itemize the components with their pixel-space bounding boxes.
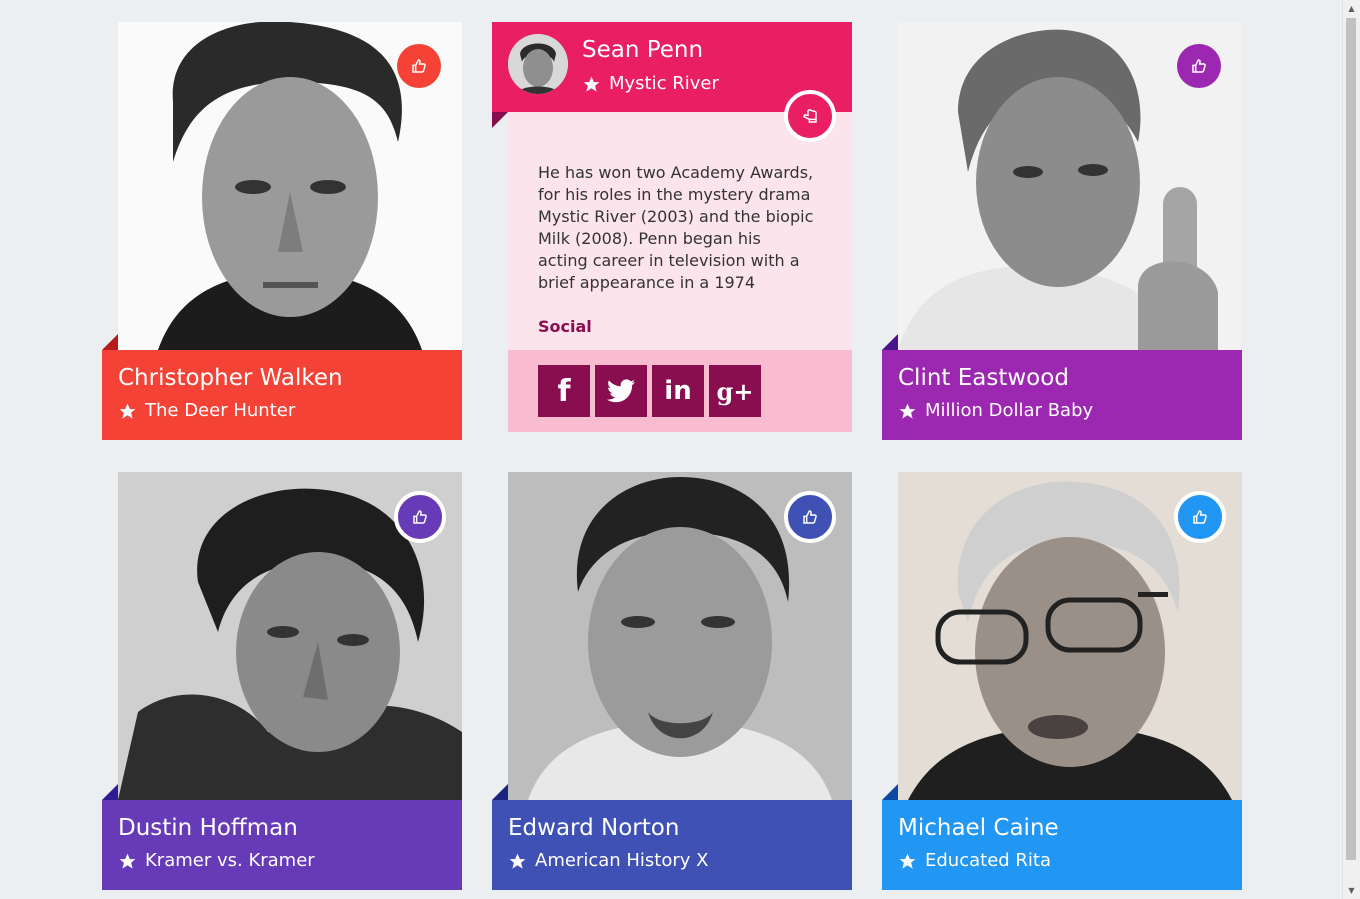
card-fold [492,784,508,800]
thumbs-up-icon [413,510,427,524]
card-fold [882,784,898,800]
scroll-down-arrow-icon[interactable]: ▼ [1343,882,1360,899]
movie-title: Million Dollar Baby [925,400,1094,421]
scrollbar[interactable]: ▲ ▼ [1342,0,1360,899]
actor-movie: The Deer Hunter [118,400,295,422]
star-icon [899,853,916,869]
facebook-icon: f [557,373,571,409]
avatar [508,34,568,94]
card-body: He has won two Academy Awards, for his r… [508,112,852,350]
google-plus-icon: g+ [716,376,754,406]
card-info: Clint Eastwood Million Dollar Baby [882,350,1242,440]
thumbs-up-icon [1192,59,1206,73]
linkedin-icon: in [664,376,692,406]
close-button[interactable] [784,90,836,142]
actor-movie: Mystic River [582,73,719,95]
movie-title: The Deer Hunter [145,400,296,421]
like-button[interactable] [394,491,446,543]
movie-title: American History X [535,850,709,871]
team-card-clint-eastwood: Clint Eastwood Million Dollar Baby [882,22,1242,440]
actor-name: Christopher Walken [118,365,343,391]
team-card-michael-caine: Michael Caine Educated Rita [882,472,1242,890]
card-fold [492,112,508,128]
twitter-icon [607,379,635,403]
actor-name: Edward Norton [508,815,680,841]
team-card-dustin-hoffman: Dustin Hoffman Kramer vs. Kramer [102,472,462,890]
actor-movie: Educated Rita [898,850,1051,872]
actor-movie: Kramer vs. Kramer [118,850,315,872]
team-card-christopher-walken: Christopher Walken The Deer Hunter [102,22,462,440]
star-icon [583,76,600,92]
movie-title: Kramer vs. Kramer [145,850,315,871]
card-info: Michael Caine Educated Rita [882,800,1242,890]
like-button[interactable] [784,491,836,543]
actor-name: Sean Penn [582,37,704,63]
card-info: Christopher Walken The Deer Hunter [102,350,462,440]
thumbs-up-icon [412,59,426,73]
star-icon [509,853,526,869]
card-info: Edward Norton American History X [492,800,852,890]
scrollbar-thumb[interactable] [1346,18,1356,860]
team-card-sean-penn: Sean Penn Mystic River He has won two Ac… [492,22,852,440]
linkedin-button[interactable]: in [652,365,704,417]
actor-name: Michael Caine [898,815,1059,841]
like-button[interactable] [1177,44,1221,88]
actor-movie: American History X [508,850,708,872]
actor-bio: He has won two Academy Awards, for his r… [538,163,814,292]
actor-movie: Million Dollar Baby [898,400,1093,422]
like-button[interactable] [1174,491,1226,543]
card-fold [102,334,118,350]
card-fold [102,784,118,800]
like-button[interactable] [397,44,441,88]
movie-title: Mystic River [609,73,719,94]
actor-name: Clint Eastwood [898,365,1069,391]
social-heading: Social [538,317,592,336]
star-icon [119,853,136,869]
twitter-button[interactable] [595,365,647,417]
thumbs-up-icon [803,109,817,123]
google-plus-button[interactable]: g+ [709,365,761,417]
star-icon [899,403,916,419]
facebook-button[interactable]: f [538,365,590,417]
card-fold [882,334,898,350]
thumbs-up-icon [1193,510,1207,524]
social-links: f in g+ [508,350,852,432]
star-icon [119,403,136,419]
card-info: Dustin Hoffman Kramer vs. Kramer [102,800,462,890]
movie-title: Educated Rita [925,850,1052,871]
thumbs-up-icon [803,510,817,524]
team-card-edward-norton: Edward Norton American History X [492,472,852,890]
actor-name: Dustin Hoffman [118,815,298,841]
scroll-up-arrow-icon[interactable]: ▲ [1343,0,1360,17]
